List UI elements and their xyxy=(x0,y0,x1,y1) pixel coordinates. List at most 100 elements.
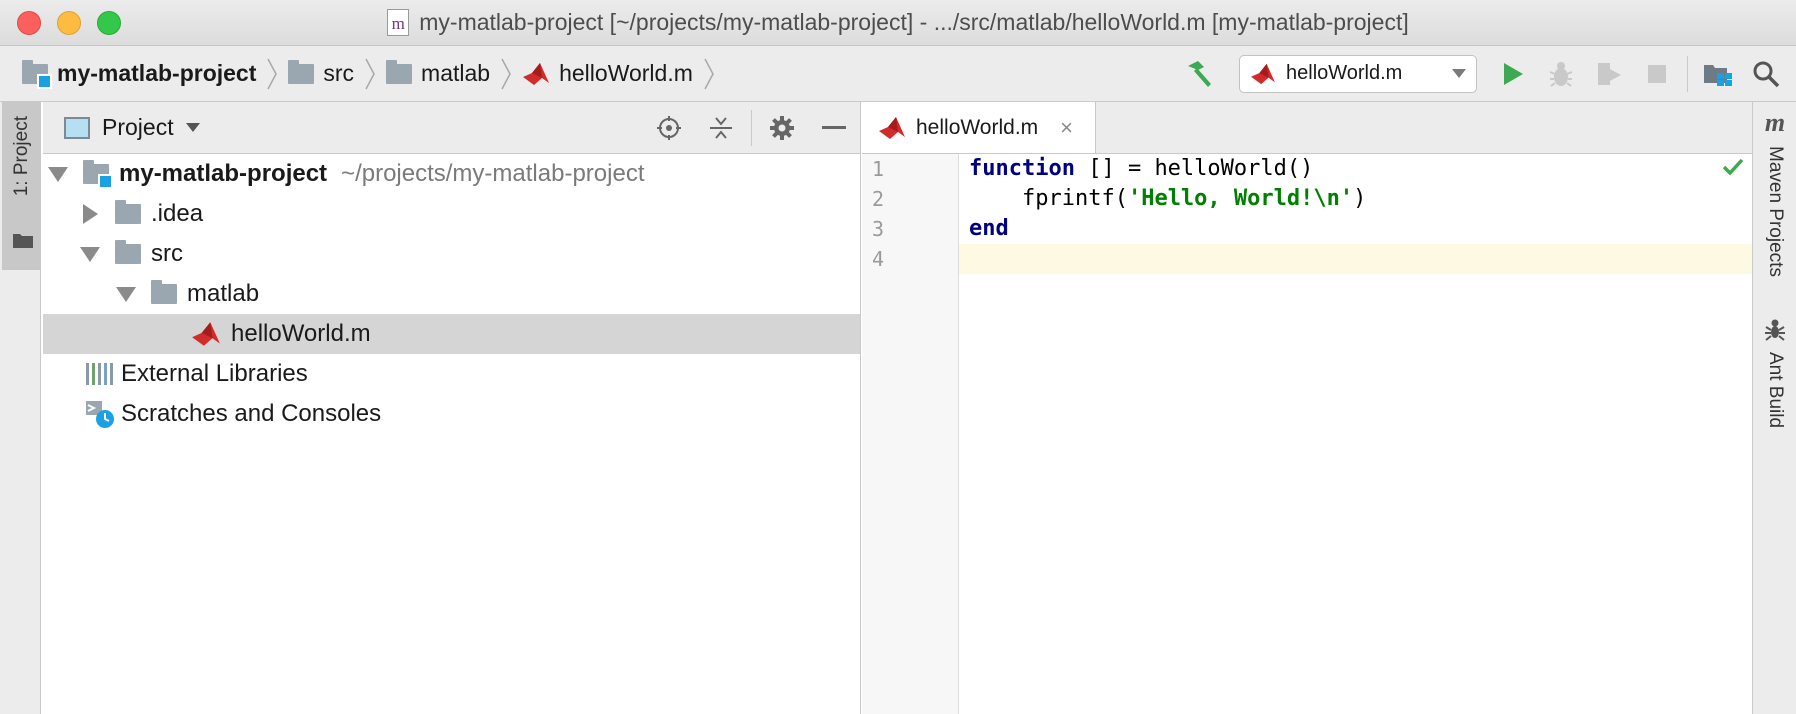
breadcrumb: my-matlab-project src matlab helloWorld.… xyxy=(22,57,725,91)
ant-icon xyxy=(1765,319,1785,341)
project-structure-icon xyxy=(1704,64,1732,86)
tree-node-label: helloWorld.m xyxy=(231,320,371,347)
crosshair-icon xyxy=(657,115,681,140)
chevron-right-icon xyxy=(501,58,511,89)
run-with-coverage-button[interactable] xyxy=(1585,50,1633,98)
line-number-gutter: 1 2 3 4 xyxy=(862,154,959,714)
right-tool-window-strip: m Maven Projects Ant Build xyxy=(1752,102,1796,714)
search-icon xyxy=(1753,61,1780,87)
tree-node-label: matlab xyxy=(187,280,260,307)
breadcrumb-matlab[interactable]: matlab xyxy=(386,59,491,87)
chevron-down-icon xyxy=(185,122,200,132)
chevron-right-icon xyxy=(704,58,714,89)
matlab-icon xyxy=(1251,63,1275,84)
stop-button[interactable] xyxy=(1633,50,1681,98)
no-problems-check-icon xyxy=(1722,158,1744,176)
tree-node-external-libraries[interactable]: External Libraries xyxy=(43,354,860,394)
tree-node-scratches[interactable]: Scratches and Consoles xyxy=(43,394,860,434)
breadcrumb-label: helloWorld.m xyxy=(559,60,693,86)
tree-node-path: ~/projects/my-matlab-project xyxy=(341,160,645,187)
matlab-file-icon: m xyxy=(387,9,410,36)
maven-projects-tab[interactable]: m Maven Projects xyxy=(1753,110,1796,277)
tree-node-idea[interactable]: .idea xyxy=(43,194,860,234)
expand-arrow-icon[interactable] xyxy=(115,286,137,302)
editor-tab-helloworld[interactable]: helloWorld.m × xyxy=(862,102,1096,153)
tree-node-label: External Libraries xyxy=(121,360,308,387)
tree-node-src[interactable]: src xyxy=(43,234,860,274)
project-panel-title: Project xyxy=(102,114,174,140)
navigation-bar: my-matlab-project src matlab helloWorld.… xyxy=(0,46,1796,102)
locate-file-button[interactable] xyxy=(643,102,695,153)
gear-icon xyxy=(770,115,794,140)
project-tree: my-matlab-project ~/projects/my-matlab-p… xyxy=(43,154,860,434)
ant-build-tab[interactable]: Ant Build xyxy=(1753,318,1796,428)
project-view-selector[interactable]: Project xyxy=(64,114,200,141)
title-bar: m my-matlab-project [~/projects/my-matla… xyxy=(0,0,1796,46)
code-line-3: end xyxy=(969,216,1009,241)
collapse-all-icon xyxy=(710,116,732,139)
tree-node-matlab[interactable]: matlab xyxy=(43,274,860,314)
maven-icon: m xyxy=(1764,108,1786,137)
line-number: 2 xyxy=(872,187,885,211)
scratches-clock-icon xyxy=(86,401,114,428)
window-title: my-matlab-project [~/projects/my-matlab-… xyxy=(419,9,1409,35)
project-tool-window-tab[interactable]: 1: Project xyxy=(2,102,40,270)
minimize-window-button[interactable] xyxy=(57,11,81,35)
breadcrumb-file[interactable]: helloWorld.m xyxy=(522,60,693,87)
editor-tab-label: helloWorld.m xyxy=(916,115,1039,139)
matlab-icon xyxy=(192,322,220,346)
build-button[interactable] xyxy=(1175,50,1223,98)
folder-icon xyxy=(115,240,141,264)
breadcrumb-src[interactable]: src xyxy=(288,59,354,87)
project-folder-icon xyxy=(22,59,52,89)
left-tool-window-strip: 1: Project xyxy=(0,102,41,714)
project-folder-icon xyxy=(83,160,113,189)
tree-node-project-root[interactable]: my-matlab-project ~/projects/my-matlab-p… xyxy=(43,154,860,194)
expand-arrow-icon[interactable] xyxy=(79,246,101,262)
play-icon xyxy=(1504,62,1523,85)
project-structure-button[interactable] xyxy=(1694,50,1742,98)
run-configuration-select[interactable]: helloWorld.m xyxy=(1239,54,1477,93)
debug-button[interactable] xyxy=(1537,50,1585,98)
minimize-icon xyxy=(822,125,846,129)
close-tab-icon[interactable]: × xyxy=(1060,115,1073,141)
folder-icon xyxy=(386,59,413,84)
breadcrumb-project[interactable]: my-matlab-project xyxy=(22,59,257,89)
bug-icon xyxy=(1549,61,1573,87)
code-editor[interactable]: function [] = helloWorld() fprintf('Hell… xyxy=(959,154,1752,714)
close-window-button[interactable] xyxy=(17,11,41,35)
tree-node-label: src xyxy=(151,240,183,267)
project-view-icon xyxy=(64,116,90,139)
project-tab-label: 1: Project xyxy=(11,116,32,197)
toolbar-divider xyxy=(1687,55,1688,92)
panel-settings-button[interactable] xyxy=(756,102,808,153)
toolbar: helloWorld.m xyxy=(1175,46,1796,101)
panel-toolbar-divider xyxy=(751,109,752,146)
line-number: 4 xyxy=(872,247,885,271)
coverage-icon xyxy=(1598,62,1621,85)
zoom-window-button[interactable] xyxy=(97,11,121,35)
editor-tab-bar: helloWorld.m × xyxy=(862,102,1752,154)
breadcrumb-label: matlab xyxy=(421,60,491,86)
collapse-all-button[interactable] xyxy=(695,102,747,153)
project-panel: Project my-matlab-project ~/projects/my-… xyxy=(43,102,861,714)
expand-arrow-icon[interactable] xyxy=(47,166,69,182)
breadcrumb-label: my-matlab-project xyxy=(57,60,257,86)
tree-node-helloworld[interactable]: helloWorld.m xyxy=(43,314,860,354)
expand-arrow-icon[interactable] xyxy=(79,204,101,224)
run-button[interactable] xyxy=(1489,50,1537,98)
ant-build-label: Ant Build xyxy=(1765,352,1786,429)
code-line-2: fprintf('Hello, World!\n') xyxy=(969,186,1367,211)
chevron-right-icon xyxy=(365,58,375,89)
project-panel-header: Project xyxy=(43,102,860,154)
library-icon xyxy=(86,363,113,385)
tree-node-label: Scratches and Consoles xyxy=(121,400,382,427)
hide-panel-button[interactable] xyxy=(808,102,860,153)
tree-node-label: my-matlab-project xyxy=(119,160,328,187)
matlab-icon xyxy=(523,62,550,85)
line-number: 1 xyxy=(872,157,885,181)
matlab-icon xyxy=(879,116,905,139)
chevron-right-icon xyxy=(267,58,278,89)
search-everywhere-button[interactable] xyxy=(1742,50,1790,98)
